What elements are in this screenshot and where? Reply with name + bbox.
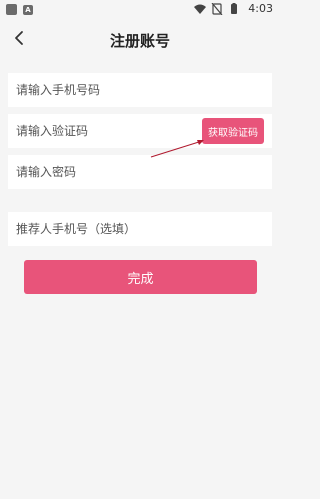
wifi-icon bbox=[194, 4, 206, 14]
referrer-row bbox=[8, 212, 272, 246]
password-input[interactable] bbox=[16, 155, 256, 189]
phone-input[interactable] bbox=[16, 73, 256, 107]
code-row: 获取验证码 bbox=[8, 114, 272, 148]
status-icons bbox=[194, 3, 237, 15]
app-notification-icon bbox=[6, 4, 17, 15]
status-bar: A 4:03 bbox=[0, 0, 280, 18]
referrer-input[interactable] bbox=[16, 212, 256, 246]
phone-row bbox=[8, 73, 272, 107]
battery-icon bbox=[231, 3, 237, 14]
page-title: 注册账号 bbox=[109, 32, 170, 50]
header: 注册账号 bbox=[0, 18, 280, 60]
submit-button[interactable]: 完成 bbox=[24, 260, 257, 294]
status-time: 4:03 bbox=[248, 2, 273, 15]
password-row bbox=[8, 155, 272, 189]
notification-badge-icon: A bbox=[23, 5, 33, 15]
code-input[interactable] bbox=[16, 114, 186, 148]
no-sim-icon bbox=[211, 3, 223, 15]
get-code-button[interactable]: 获取验证码 bbox=[202, 118, 264, 144]
